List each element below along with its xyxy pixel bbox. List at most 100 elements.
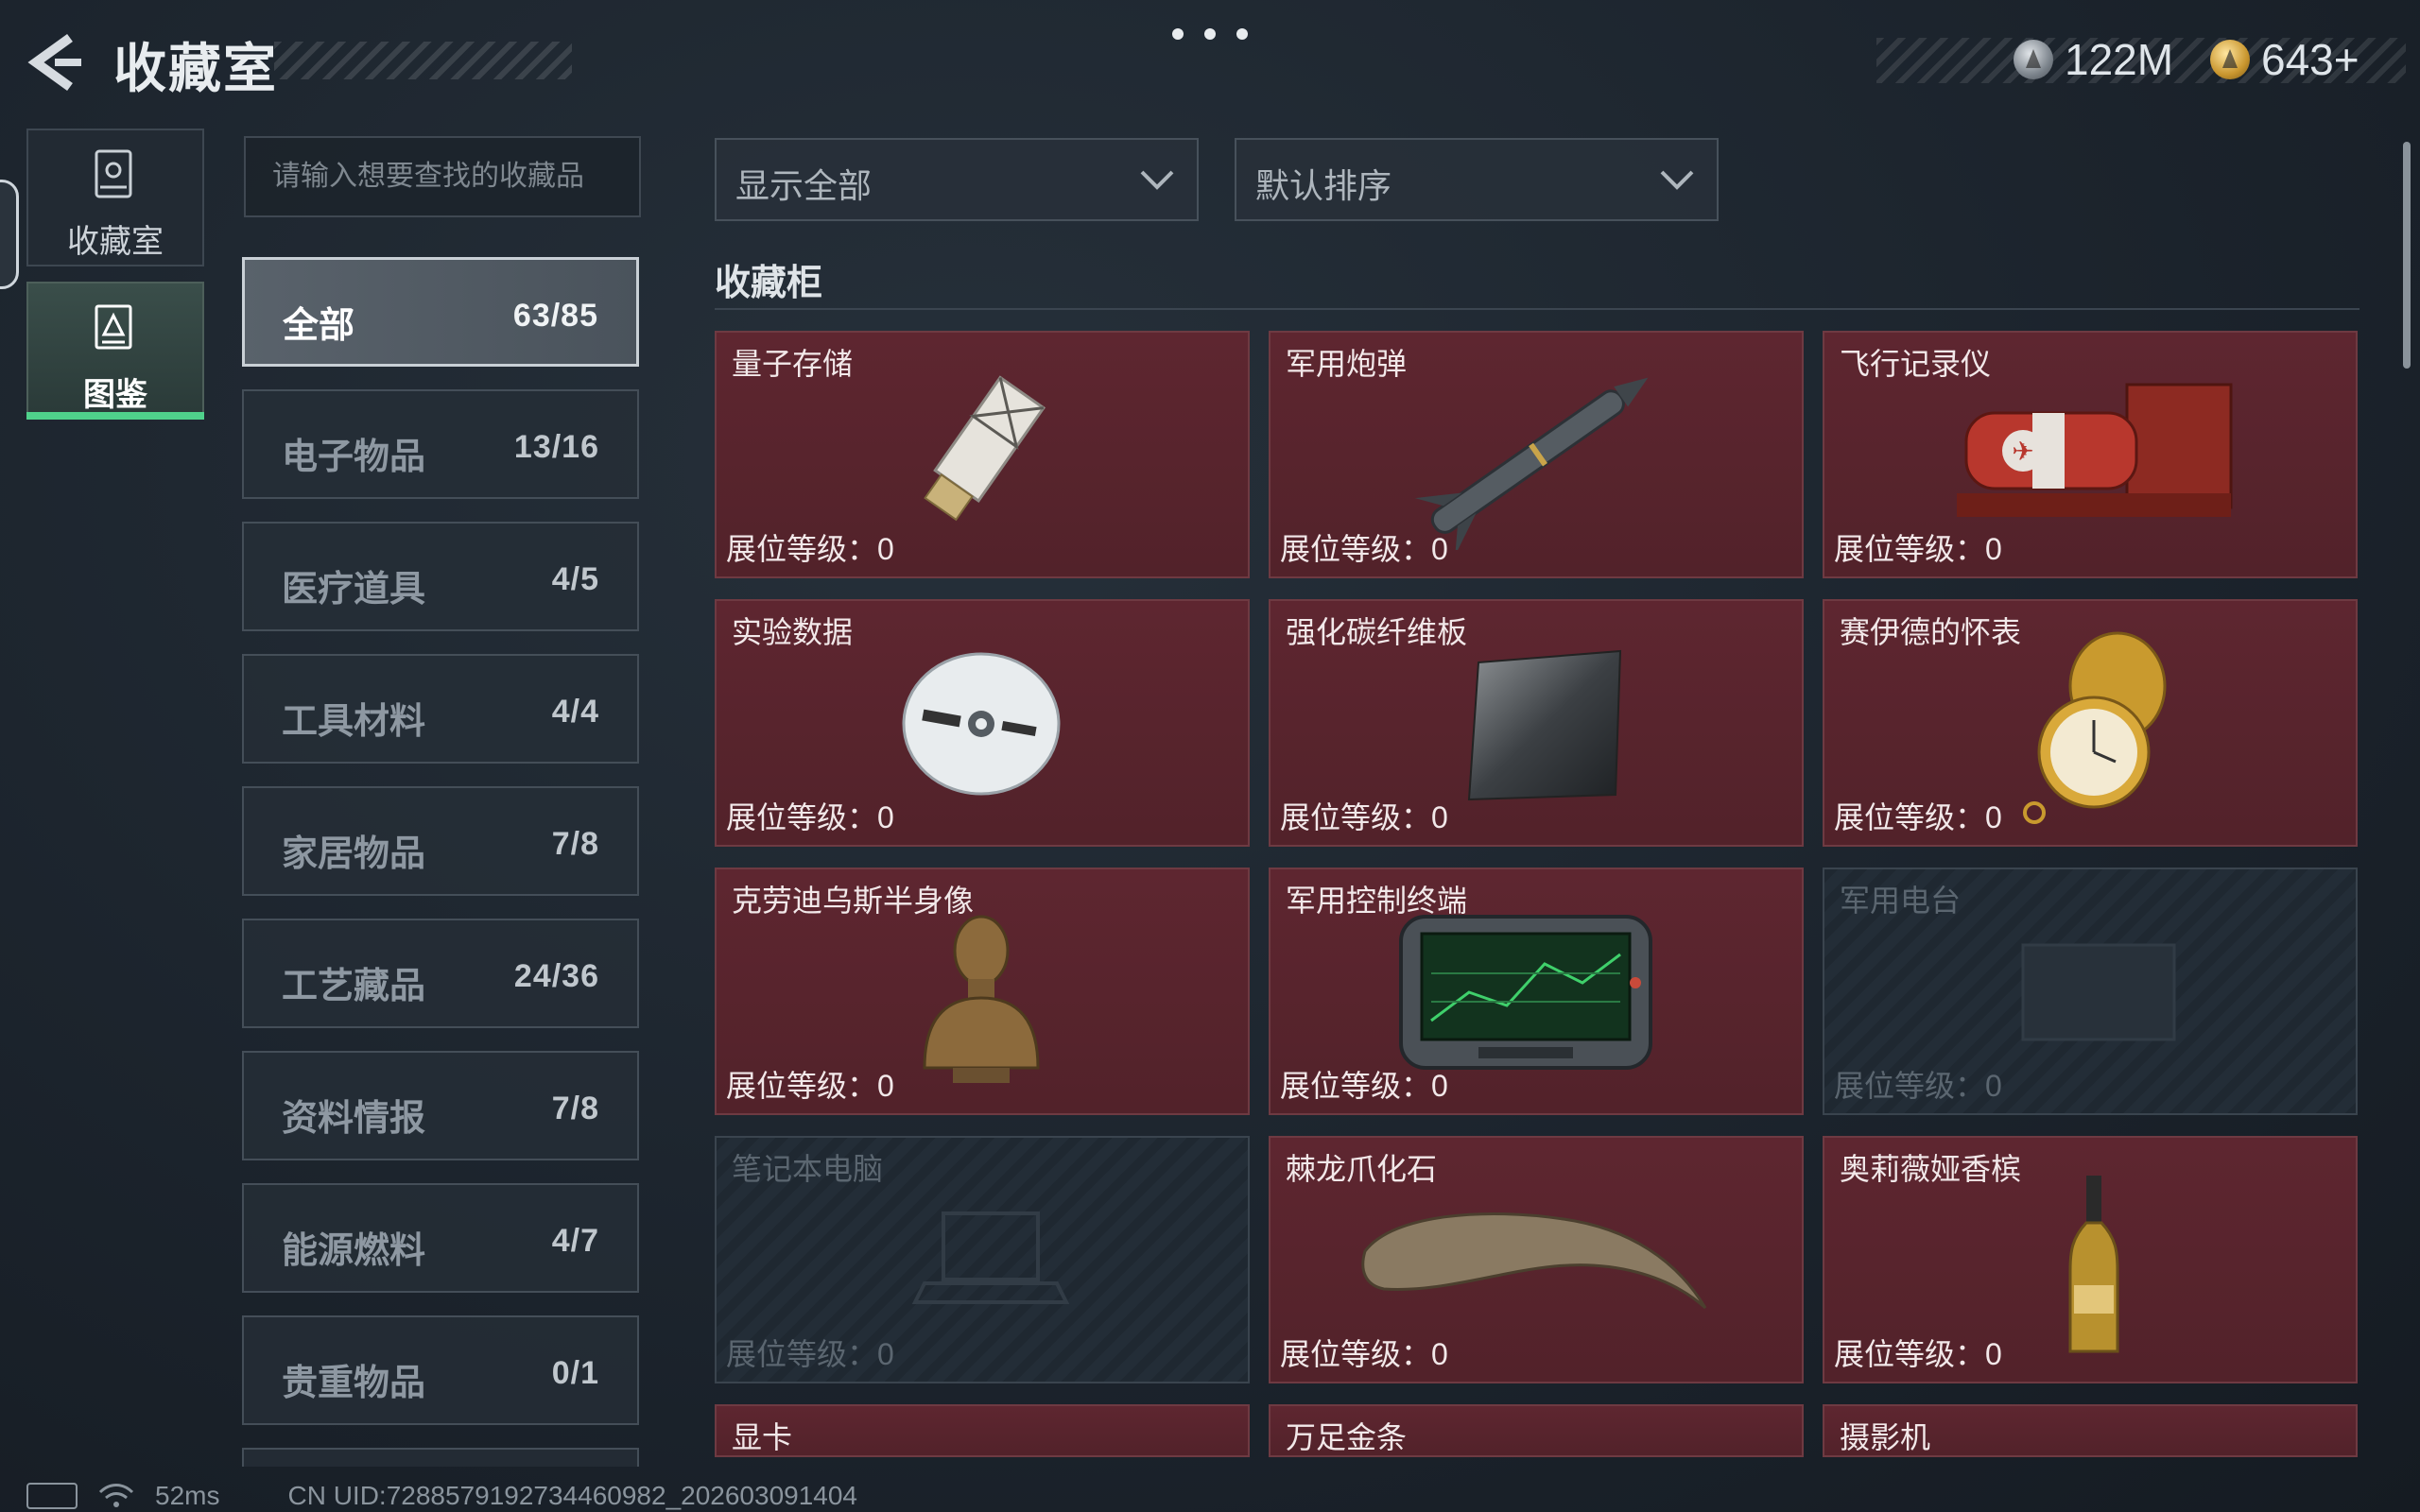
collectible-card[interactable]: 显卡 xyxy=(715,1404,1250,1457)
category-name: 全部 xyxy=(283,306,355,346)
chevron-down-icon xyxy=(1140,170,1174,190)
category-name: 工艺藏品 xyxy=(282,967,426,1006)
item-name: 军用电台 xyxy=(1840,884,1962,918)
display-level: 展位等级：0 xyxy=(1834,532,2002,566)
collectible-card[interactable]: 量子存储 展位等级：0 xyxy=(715,331,1250,578)
gold-amount: 643+ xyxy=(2261,35,2360,84)
side-drawer-handle[interactable] xyxy=(0,180,19,289)
category-count: 13/16 xyxy=(513,429,599,465)
collectible-card-locked[interactable]: 笔记本电脑 展位等级：0 xyxy=(715,1136,1250,1383)
collectible-card[interactable]: 克劳迪乌斯半身像 展位等级：0 xyxy=(715,868,1250,1115)
category-count: 7/8 xyxy=(551,826,599,862)
category-name: 资料情报 xyxy=(282,1099,426,1139)
item-name: 量子存储 xyxy=(732,347,854,381)
item-name: 实验数据 xyxy=(732,615,854,649)
category-electronics[interactable]: 电子物品 13/16 xyxy=(242,389,639,499)
collectible-card[interactable]: 军用控制终端 展位等级：0 xyxy=(1269,868,1804,1115)
ping-value: 52ms xyxy=(155,1481,220,1510)
display-level: 展位等级：0 xyxy=(726,800,894,834)
divider xyxy=(715,308,2360,310)
silver-currency: 122M xyxy=(2014,34,2173,85)
category-tools[interactable]: 工具材料 4/4 xyxy=(242,654,639,764)
collectible-card[interactable]: 奥莉薇娅香槟 展位等级：0 xyxy=(1823,1136,2358,1383)
nav-collection-label: 收藏室 xyxy=(67,224,164,260)
radio-icon xyxy=(2021,943,2176,1041)
carbon-plate-icon xyxy=(1467,649,1622,801)
display-level: 展位等级：0 xyxy=(1280,1337,1448,1371)
category-valuables[interactable]: 贵重物品 0/1 xyxy=(242,1315,639,1425)
missile-icon xyxy=(1414,377,1649,550)
laptop-icon xyxy=(911,1211,1070,1304)
item-name: 万足金条 xyxy=(1286,1420,1408,1454)
collectible-card[interactable]: 棘龙爪化石 展位等级：0 xyxy=(1269,1136,1804,1383)
display-level: 展位等级：0 xyxy=(726,532,894,566)
category-name: 贵重物品 xyxy=(282,1364,426,1403)
flight-recorder-icon: ✈ xyxy=(1957,383,2233,517)
gold-coin-icon xyxy=(2210,40,2250,79)
display-filter-value: 显示全部 xyxy=(735,166,873,205)
chevron-down-icon xyxy=(1660,170,1694,190)
svg-text:✈: ✈ xyxy=(2012,436,2033,467)
category-name: 工具材料 xyxy=(282,702,426,742)
silver-amount: 122M xyxy=(2065,35,2174,84)
page-title: 收藏室 xyxy=(113,39,278,98)
display-level: 展位等级：0 xyxy=(1834,1069,2002,1103)
item-name: 棘龙爪化石 xyxy=(1286,1152,1438,1186)
category-next-partial[interactable] xyxy=(242,1448,639,1467)
gold-currency[interactable]: 643+ xyxy=(2210,34,2360,85)
category-household[interactable]: 家居物品 7/8 xyxy=(242,786,639,896)
category-intel[interactable]: 资料情报 7/8 xyxy=(242,1051,639,1160)
category-count: 24/36 xyxy=(513,958,599,994)
atlas-book-icon xyxy=(95,304,132,350)
collectible-card[interactable]: 摄影机 xyxy=(1823,1404,2358,1457)
claw-fossil-icon xyxy=(1361,1212,1707,1310)
status-bar: 52ms CN UID:7288579192734460982_20260309… xyxy=(26,1480,857,1512)
category-crafts[interactable]: 工艺藏品 24/36 xyxy=(242,919,639,1028)
collectible-card[interactable]: 实验数据 展位等级：0 xyxy=(715,599,1250,847)
display-filter-dropdown[interactable]: 显示全部 xyxy=(715,138,1199,221)
usb-drive-icon xyxy=(924,375,1046,522)
category-count: 63/85 xyxy=(512,298,598,334)
wifi-icon xyxy=(98,1484,134,1507)
collectible-card[interactable]: 赛伊德的怀表 展位等级：0 xyxy=(1823,599,2358,847)
category-name: 家居物品 xyxy=(282,834,426,874)
disc-icon xyxy=(902,652,1061,796)
category-count: 4/5 xyxy=(551,561,599,597)
active-indicator xyxy=(26,412,204,420)
item-name: 军用控制终端 xyxy=(1286,884,1468,918)
category-name: 医疗道具 xyxy=(282,570,426,610)
champagne-bottle-icon xyxy=(2068,1176,2119,1353)
user-uid: CN UID:7288579192734460982_202603091404 xyxy=(287,1481,858,1510)
collectible-card-locked[interactable]: 军用电台 展位等级：0 xyxy=(1823,868,2358,1115)
category-count: 0/1 xyxy=(551,1355,599,1391)
sort-value: 默认排序 xyxy=(1255,166,1392,205)
display-level: 展位等级：0 xyxy=(1280,1069,1448,1103)
scrollbar[interactable] xyxy=(2403,142,2411,369)
title-decoration xyxy=(274,42,572,79)
category-energy[interactable]: 能源燃料 4/7 xyxy=(242,1183,639,1293)
nav-atlas-label: 图鉴 xyxy=(83,377,147,413)
bust-statue-icon xyxy=(923,915,1040,1083)
item-name: 赛伊德的怀表 xyxy=(1840,615,2022,649)
collectible-card[interactable]: 强化碳纤维板 展位等级：0 xyxy=(1269,599,1804,847)
item-name: 强化碳纤维板 xyxy=(1286,615,1468,649)
category-all[interactable]: 全部 63/85 xyxy=(242,257,639,367)
nav-collection-room[interactable]: 收藏室 xyxy=(26,129,204,266)
silver-coin-icon xyxy=(2014,40,2053,79)
control-terminal-icon xyxy=(1399,915,1652,1070)
nav-atlas[interactable]: 图鉴 xyxy=(26,282,204,420)
display-level: 展位等级：0 xyxy=(726,1069,894,1103)
collectible-card[interactable]: 军用炮弹 展位等级：0 xyxy=(1269,331,1804,578)
sort-dropdown[interactable]: 默认排序 xyxy=(1235,138,1719,221)
collectible-card[interactable]: 万足金条 xyxy=(1269,1404,1804,1457)
cabinet-title: 收藏柜 xyxy=(715,264,823,303)
back-arrow-icon[interactable] xyxy=(26,32,83,93)
collectible-card[interactable]: 飞行记录仪 ✈ 展位等级：0 xyxy=(1823,331,2358,578)
battery-icon xyxy=(26,1483,78,1509)
item-name: 显卡 xyxy=(732,1420,793,1454)
search-input[interactable] xyxy=(244,136,641,217)
more-options-icon[interactable] xyxy=(1172,25,1248,43)
category-medical[interactable]: 医疗道具 4/5 xyxy=(242,522,639,631)
item-name: 笔记本电脑 xyxy=(732,1152,884,1186)
category-name: 能源燃料 xyxy=(282,1231,426,1271)
